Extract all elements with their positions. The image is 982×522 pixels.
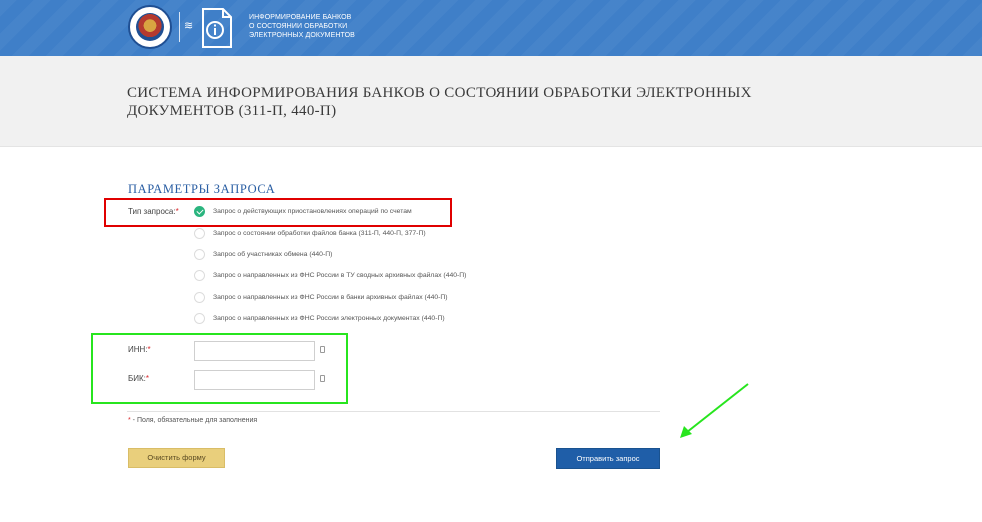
clear-form-button[interactable]: Очистить форму (128, 448, 225, 468)
info-document-icon (202, 8, 232, 48)
radio-option-exchange-members[interactable] (194, 249, 205, 260)
option-label-file-status[interactable]: Запрос о состоянии обработки файлов банк… (213, 230, 426, 237)
section-title: ПАРАМЕТРЫ ЗАПРОСА (128, 182, 276, 196)
radio-option-electronic-documents[interactable] (194, 313, 205, 324)
required-mark: * (145, 374, 150, 383)
option-label-exchange-members[interactable]: Запрос об участниках обмена (440-П) (213, 251, 332, 258)
request-type-label-text: Тип запроса: (128, 207, 176, 216)
logo-text-line: О СОСТОЯНИИ ОБРАБОТКИ (249, 23, 348, 30)
page-title-line2: ДОКУМЕНТОВ (311-П, 440-П) (127, 103, 337, 119)
logo-text[interactable]: ИНФОРМИРОВАНИЕ БАНКОВ О СОСТОЯНИИ ОБРАБО… (249, 13, 355, 40)
inn-input[interactable] (194, 341, 315, 361)
required-mark: * (175, 207, 179, 216)
bik-input[interactable] (194, 370, 315, 390)
inn-label: ИНН:* (128, 345, 151, 354)
form-divider (127, 411, 660, 412)
logo-text-line: ЭЛЕКТРОННЫХ ДОКУМЕНТОВ (249, 32, 355, 39)
option-label-electronic-documents[interactable]: Запрос о направленных из ФНС России элек… (213, 315, 445, 322)
required-note-text: - Поля, обязательные для заполнения (130, 417, 258, 424)
radio-option-file-status[interactable] (194, 228, 205, 239)
inn-info-icon[interactable] (320, 346, 325, 353)
request-type-label: Тип запроса:* (128, 207, 179, 216)
bik-info-icon[interactable] (320, 375, 325, 382)
option-label-tu-archive-files[interactable]: Запрос о направленных из ФНС России в ТУ… (213, 272, 466, 279)
required-mark: * (147, 345, 151, 354)
option-label-bank-archive-files[interactable]: Запрос о направленных из ФНС России в ба… (213, 294, 448, 301)
required-fields-note: * - Поля, обязательные для заполнения (128, 417, 257, 424)
bik-label: БИК:* (128, 374, 149, 383)
site-header: ≋ ИНФОРМИРОВАНИЕ БАНКОВ О СОСТОЯНИИ ОБРА… (0, 0, 982, 56)
radio-option-suspensions[interactable] (194, 206, 205, 217)
radio-option-bank-archive-files[interactable] (194, 292, 205, 303)
submit-request-button[interactable]: Отправить запрос (556, 448, 660, 469)
inn-label-text: ИНН: (128, 345, 148, 354)
radio-option-tu-archive-files[interactable] (194, 270, 205, 281)
logo-separator (179, 12, 180, 42)
check-icon (196, 207, 204, 215)
logo-text-line: ИНФОРМИРОВАНИЕ БАНКОВ (249, 14, 352, 21)
page-title: СИСТЕМА ИНФОРМИРОВАНИЯ БАНКОВ О СОСТОЯНИ… (127, 84, 827, 120)
fns-emblem-icon[interactable] (128, 5, 172, 49)
option-label-suspensions[interactable]: Запрос о действующих приостановлениях оп… (213, 208, 412, 215)
page-title-line1: СИСТЕМА ИНФОРМИРОВАНИЯ БАНКОВ О СОСТОЯНИ… (127, 85, 752, 101)
bik-label-text: БИК: (128, 374, 146, 383)
signal-waves-icon: ≋ (184, 20, 194, 32)
annotation-arrow-icon (680, 383, 749, 438)
